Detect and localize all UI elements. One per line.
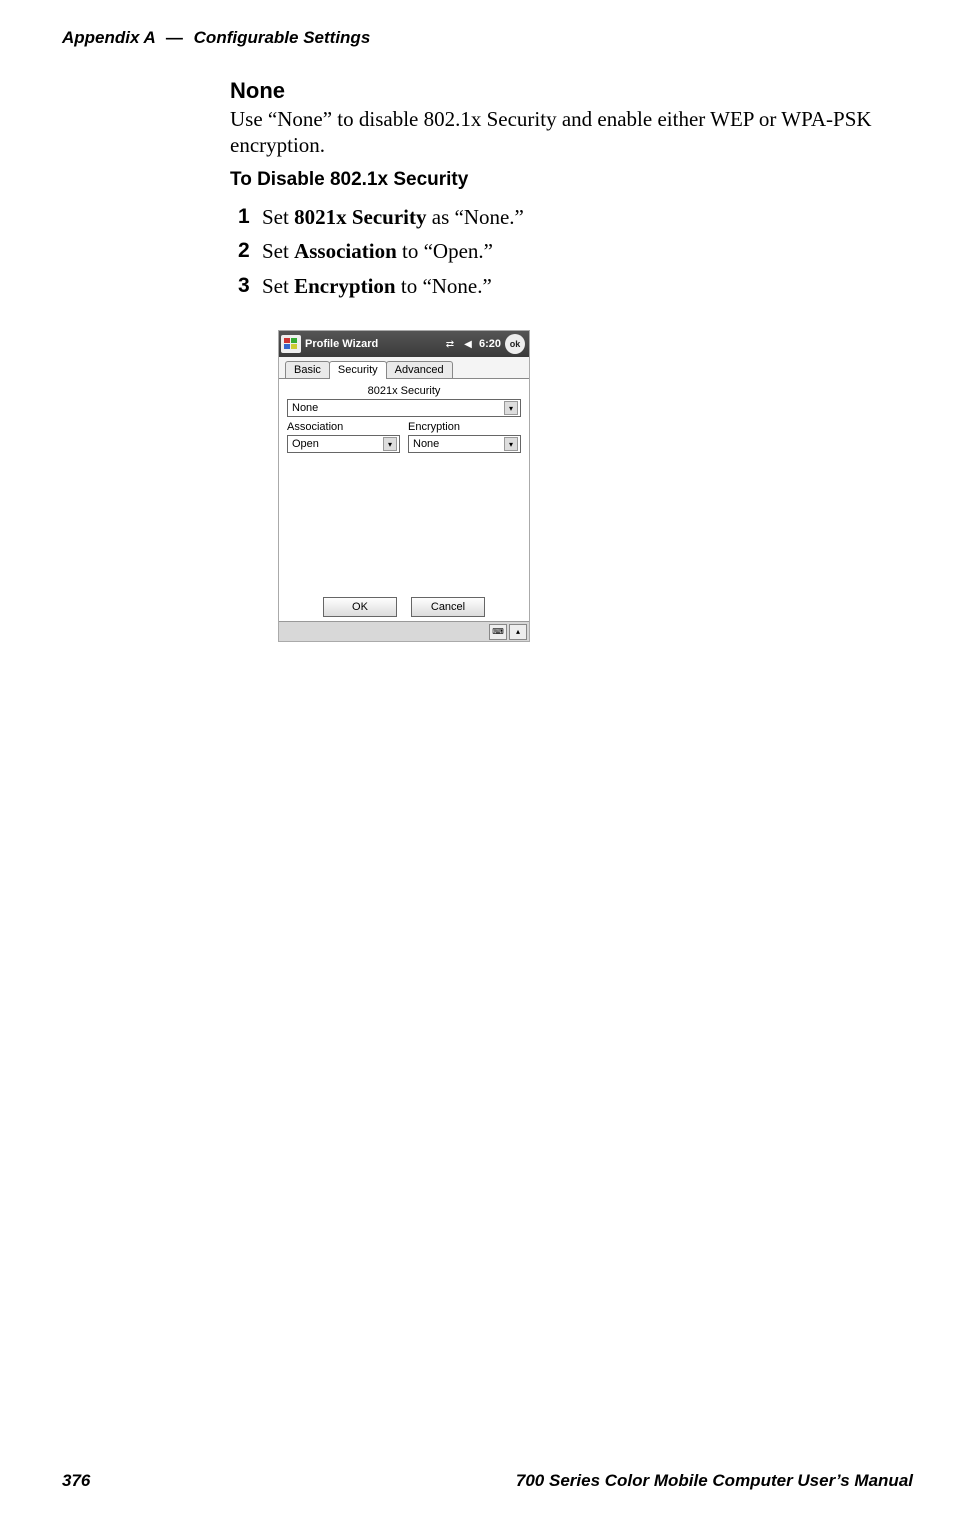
step-text: Set Association to “Open.”	[262, 239, 493, 263]
page-header: Appendix A — Configurable Settings	[62, 28, 913, 48]
association-label: Association	[287, 421, 400, 433]
tab-security[interactable]: Security	[329, 361, 387, 379]
chevron-down-icon: ▾	[504, 401, 518, 415]
step-2: 2 Set Association to “Open.”	[238, 235, 910, 268]
security-panel: 8021x Security None ▾ Association Open ▾…	[279, 379, 529, 621]
chevron-down-icon: ▾	[504, 437, 518, 451]
step-number: 2	[238, 235, 250, 268]
chevron-down-icon: ▾	[383, 437, 397, 451]
start-menu-icon[interactable]	[281, 335, 301, 353]
step-text: Set 8021x Security as “None.”	[262, 205, 524, 229]
step-1: 1 Set 8021x Security as “None.”	[238, 201, 910, 234]
button-row: OK Cancel	[279, 597, 529, 617]
manual-title: 700 Series Color Mobile Computer User’s …	[516, 1471, 913, 1491]
header-separator: —	[160, 28, 189, 47]
ok-button[interactable]: OK	[323, 597, 397, 617]
section-heading-none: None	[230, 78, 910, 104]
tab-strip: Basic Security Advanced	[279, 357, 529, 379]
encryption-dropdown[interactable]: None ▾	[408, 435, 521, 453]
embedded-screenshot: Profile Wizard ⇄ ◀ 6:20 ok Basic Securit…	[278, 330, 910, 642]
sip-bar: ⌨ ▴	[279, 621, 529, 641]
connectivity-icon[interactable]: ⇄	[443, 337, 457, 351]
section-subheading: To Disable 802.1x Security	[230, 169, 910, 191]
profile-wizard-window: Profile Wizard ⇄ ◀ 6:20 ok Basic Securit…	[278, 330, 530, 642]
8021x-security-dropdown[interactable]: None ▾	[287, 399, 521, 417]
cancel-button[interactable]: Cancel	[411, 597, 485, 617]
page-footer: 376 700 Series Color Mobile Computer Use…	[62, 1471, 913, 1491]
sip-up-icon[interactable]: ▴	[509, 624, 527, 640]
content-block: None Use “None” to disable 802.1x Securi…	[230, 78, 910, 642]
keyboard-icon[interactable]: ⌨	[489, 624, 507, 640]
volume-icon[interactable]: ◀	[461, 337, 475, 351]
8021x-security-label: 8021x Security	[287, 385, 521, 397]
window-titlebar: Profile Wizard ⇄ ◀ 6:20 ok	[279, 331, 529, 357]
8021x-security-value: None	[292, 402, 318, 414]
step-list: 1 Set 8021x Security as “None.” 2 Set As…	[230, 201, 910, 303]
section-body: Use “None” to disable 802.1x Security an…	[230, 106, 910, 159]
step-number: 3	[238, 270, 250, 303]
step-text: Set Encryption to “None.”	[262, 274, 492, 298]
encryption-value: None	[413, 438, 439, 450]
step-3: 3 Set Encryption to “None.”	[238, 270, 910, 303]
association-dropdown[interactable]: Open ▾	[287, 435, 400, 453]
header-title: Configurable Settings	[194, 28, 371, 47]
titlebar-ok-button[interactable]: ok	[505, 334, 525, 354]
association-value: Open	[292, 438, 319, 450]
encryption-label: Encryption	[408, 421, 521, 433]
system-tray: ⇄ ◀ 6:20 ok	[443, 334, 525, 354]
tab-basic[interactable]: Basic	[285, 361, 330, 378]
clock[interactable]: 6:20	[479, 338, 501, 350]
tab-advanced[interactable]: Advanced	[386, 361, 453, 378]
step-number: 1	[238, 201, 250, 234]
header-appendix: Appendix A	[62, 28, 155, 47]
window-title: Profile Wizard	[305, 338, 439, 350]
page-number: 376	[62, 1471, 90, 1491]
